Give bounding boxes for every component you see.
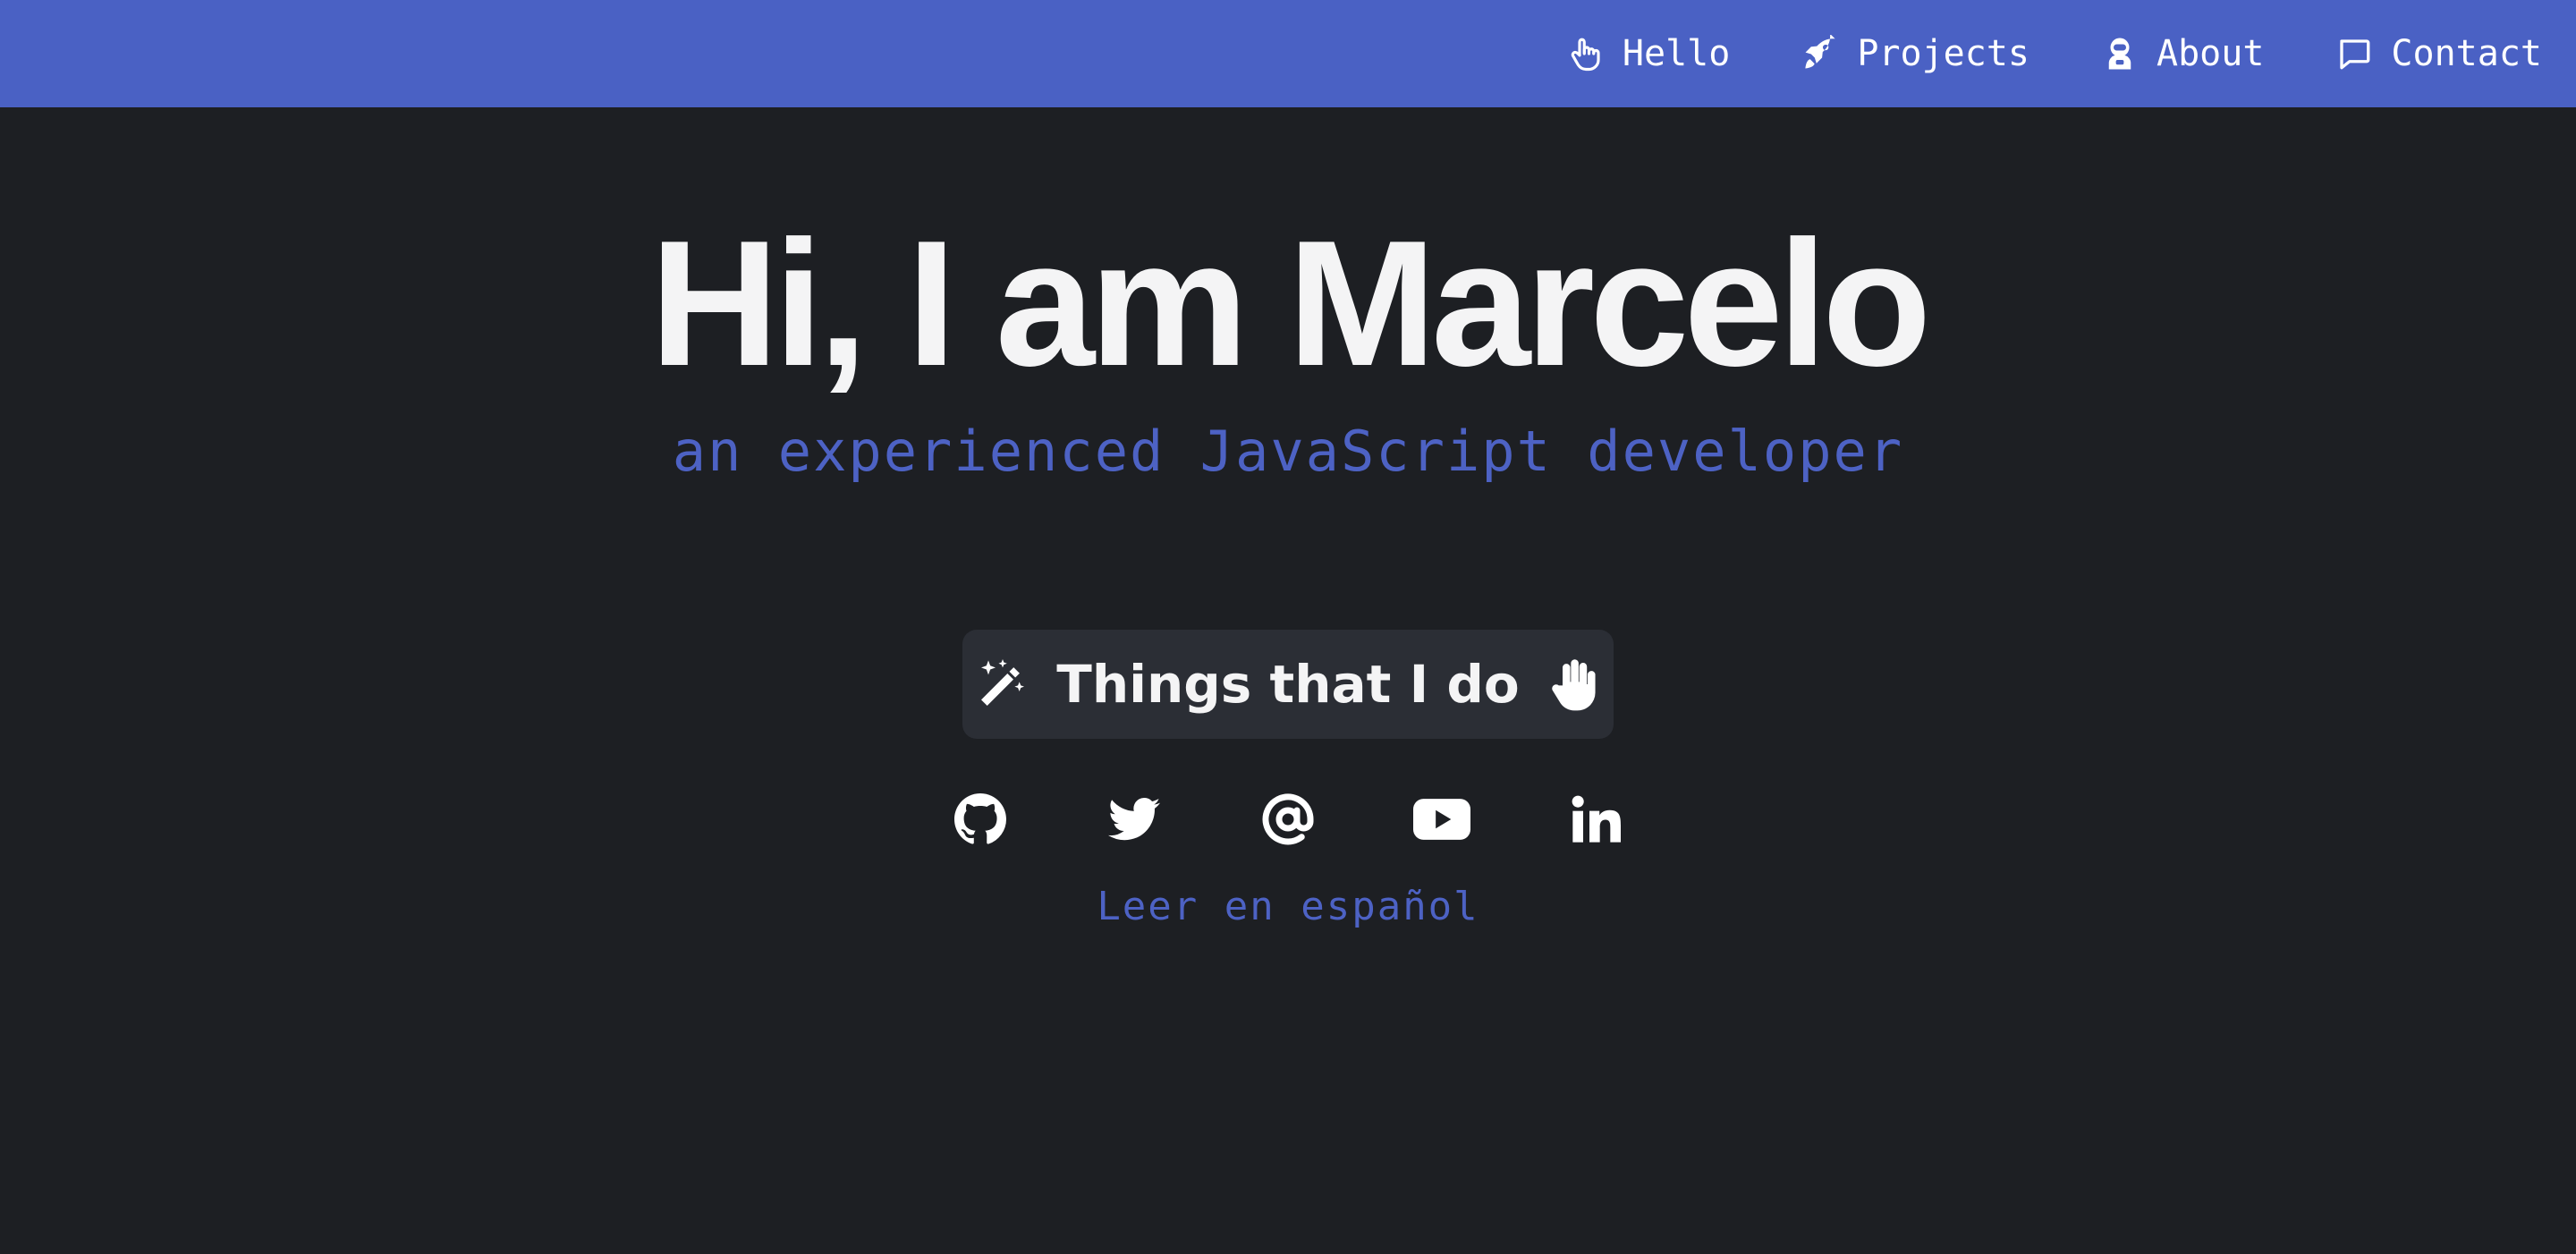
- hero-subline: an experienced JavaScript developer: [672, 419, 1904, 484]
- magic-wand-icon: [974, 656, 1031, 713]
- language-link-wrapper: Leer en español: [0, 884, 2576, 929]
- github-icon: [954, 793, 1006, 844]
- hand-icon: [1545, 656, 1602, 713]
- youtube-icon: [1413, 799, 1470, 840]
- main-nav: Hello Projects About Contact: [1496, 0, 2542, 107]
- nav-item-projects[interactable]: Projects: [1801, 33, 2029, 74]
- twitter-icon: [1108, 797, 1160, 841]
- nav-item-label: About: [2157, 33, 2265, 74]
- email-link[interactable]: [1259, 791, 1317, 848]
- nav-item-label: Projects: [1857, 33, 2029, 74]
- nav-item-contact[interactable]: Contact: [2335, 33, 2542, 74]
- astronaut-icon: [2101, 35, 2139, 72]
- message-icon: [2335, 35, 2373, 72]
- nav-item-about[interactable]: About: [2101, 33, 2264, 74]
- rocket-icon: [1801, 35, 1839, 72]
- hand-icon: [1567, 35, 1605, 72]
- read-in-spanish-link[interactable]: Leer en español: [1097, 884, 1479, 929]
- twitter-link[interactable]: [1106, 791, 1163, 848]
- youtube-link[interactable]: [1413, 791, 1470, 848]
- github-link[interactable]: [952, 791, 1009, 848]
- at-sign-icon: [1262, 793, 1314, 845]
- hero-headline: Hi, I am Marcelo: [649, 204, 1932, 403]
- nav-item-hello[interactable]: Hello: [1567, 33, 1730, 74]
- nav-item-label: Contact: [2391, 33, 2542, 74]
- top-navigation-bar: Hello Projects About Contact: [0, 0, 2576, 107]
- cta-label: Things that I do: [1056, 654, 1520, 715]
- linkedin-icon: [1572, 795, 1621, 843]
- nav-item-label: Hello: [1622, 33, 1731, 74]
- social-links: [952, 791, 1624, 848]
- linkedin-link[interactable]: [1567, 791, 1624, 848]
- things-that-i-do-button[interactable]: Things that I do: [962, 630, 1614, 739]
